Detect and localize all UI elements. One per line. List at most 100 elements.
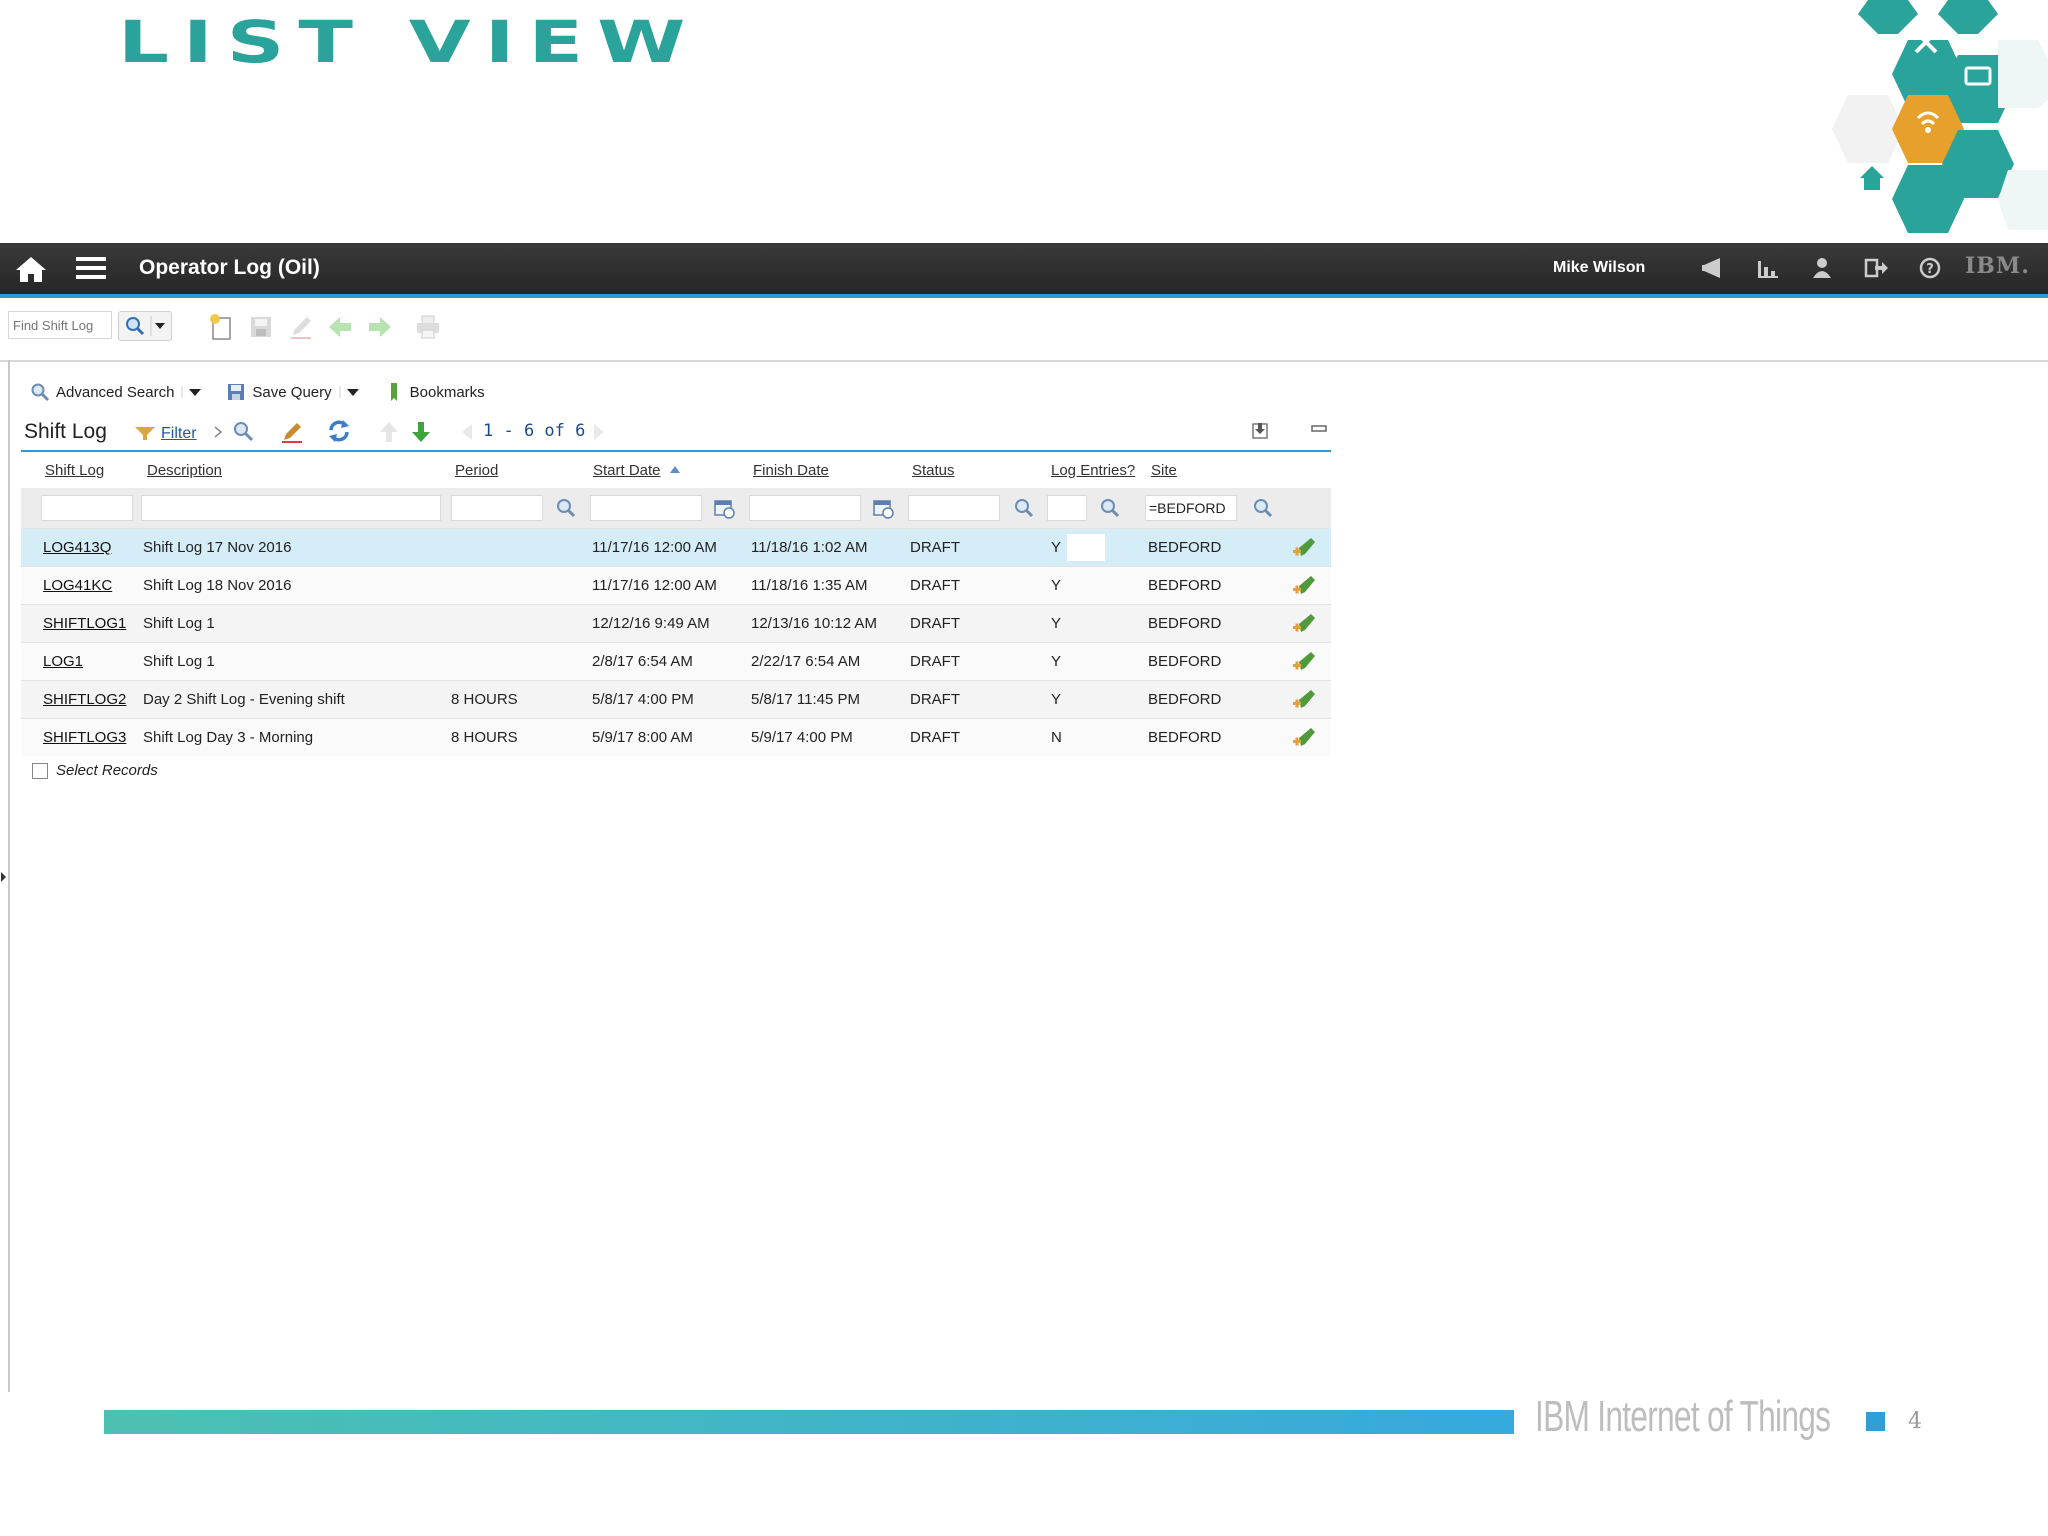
log-entries-box [1067, 534, 1105, 561]
save-query-button[interactable]: Save Query [226, 382, 363, 402]
slide-title: LIST VIEW [118, 8, 700, 76]
col-header-finish-date[interactable]: Finish Date [753, 452, 829, 488]
start-date-filter-input[interactable] [590, 495, 702, 521]
description-cell: Shift Log Day 3 - Morning [143, 729, 314, 746]
search-icon[interactable] [232, 420, 256, 444]
add-bookmark-icon[interactable] [1291, 688, 1319, 712]
edit-icon[interactable] [287, 313, 315, 341]
log-entries-filter-input[interactable] [1047, 495, 1087, 521]
add-bookmark-icon[interactable] [1291, 612, 1319, 636]
log-entries-lookup-icon[interactable] [1099, 497, 1121, 519]
chevron-right-icon[interactable] [212, 424, 224, 440]
col-header-log-entries[interactable]: Log Entries? [1051, 452, 1135, 488]
select-records[interactable]: Select Records [32, 762, 158, 779]
add-bookmark-icon[interactable] [1291, 574, 1319, 598]
chevron-down-icon[interactable] [338, 385, 364, 399]
period-lookup-icon[interactable] [555, 497, 577, 519]
print-icon[interactable] [414, 313, 442, 341]
site-cell: BEDFORD [1148, 539, 1222, 556]
bookmark-icon [390, 383, 397, 401]
next-icon[interactable] [366, 313, 394, 341]
download-icon[interactable] [1250, 420, 1272, 442]
chart-icon[interactable] [1754, 255, 1782, 281]
save-query-label: Save Query [252, 383, 332, 401]
col-header-shift-log[interactable]: Shift Log [45, 452, 104, 488]
arrow-up-icon[interactable] [378, 420, 400, 444]
table-row[interactable]: SHIFTLOG1 Shift Log 1 12/12/16 9:49 AM 1… [21, 604, 1331, 642]
sort-ascending-icon[interactable] [669, 464, 681, 476]
clear-filter-icon[interactable] [280, 420, 304, 444]
shift-log-link[interactable]: SHIFTLOG2 [43, 681, 126, 718]
col-header-period[interactable]: Period [455, 452, 498, 488]
description-cell: Day 2 Shift Log - Evening shift [143, 691, 345, 708]
finish-date-cell: 11/18/16 1:02 AM [751, 539, 868, 556]
period-cell: 8 HOURS [451, 691, 518, 708]
svg-text:?: ? [1926, 262, 1934, 277]
status-cell: DRAFT [910, 615, 960, 632]
shift-log-link[interactable]: LOG413Q [43, 529, 111, 566]
finish-date-calendar-icon[interactable] [872, 497, 894, 519]
period-filter-input[interactable] [451, 495, 543, 521]
chevron-down-icon[interactable] [180, 385, 206, 399]
user-name[interactable]: Mike Wilson [1553, 259, 1645, 277]
description-filter-input[interactable] [141, 495, 441, 521]
status-lookup-icon[interactable] [1013, 497, 1035, 519]
iot-hexagon-graphic [1832, 0, 2048, 233]
description-cell: Shift Log 1 [143, 615, 215, 632]
previous-page-icon[interactable] [460, 422, 478, 442]
col-header-description[interactable]: Description [147, 452, 222, 488]
signout-icon[interactable] [1862, 255, 1890, 281]
start-date-calendar-icon[interactable] [713, 497, 735, 519]
arrow-down-icon[interactable] [410, 420, 432, 444]
filter-icon[interactable] [134, 425, 156, 441]
col-header-start-date[interactable]: Start Date [593, 452, 661, 488]
shift-log-link[interactable]: SHIFTLOG1 [43, 605, 126, 642]
table-header-row: Shift Log Description Period Start Date … [21, 452, 1331, 488]
table-row[interactable]: LOG1 Shift Log 1 2/8/17 6:54 AM 2/22/17 … [21, 642, 1331, 680]
save-icon[interactable] [247, 313, 275, 341]
menu-icon[interactable] [76, 255, 106, 281]
table-row[interactable]: SHIFTLOG2 Day 2 Shift Log - Evening shif… [21, 680, 1331, 718]
next-page-icon[interactable] [588, 422, 606, 442]
toolbar [0, 298, 2048, 362]
profile-icon[interactable] [1808, 255, 1836, 281]
bookmarks-label: Bookmarks [409, 383, 485, 401]
col-header-site[interactable]: Site [1151, 452, 1177, 488]
refresh-icon[interactable] [326, 418, 352, 444]
table-row[interactable]: LOG413Q Shift Log 17 Nov 2016 11/17/16 1… [21, 528, 1331, 566]
find-search-button[interactable] [118, 311, 172, 341]
find-shift-log-input[interactable] [8, 311, 112, 339]
shift-log-link[interactable]: LOG1 [43, 643, 83, 680]
shift-log-filter-input[interactable] [41, 495, 133, 521]
description-cell: Shift Log 17 Nov 2016 [143, 539, 292, 556]
minimize-icon[interactable] [1310, 420, 1328, 438]
shift-log-link[interactable]: LOG41KC [43, 567, 112, 604]
add-bookmark-icon[interactable] [1291, 536, 1319, 560]
ibm-logo: IBM. [1965, 253, 2030, 279]
previous-icon[interactable] [326, 313, 354, 341]
new-record-icon[interactable] [207, 313, 235, 341]
help-icon[interactable]: ? [1916, 255, 1944, 281]
table-row[interactable]: SHIFTLOG3 Shift Log Day 3 - Morning 8 HO… [21, 718, 1331, 756]
start-date-cell: 5/8/17 4:00 PM [592, 691, 694, 708]
site-lookup-icon[interactable] [1252, 497, 1274, 519]
table-row[interactable]: LOG41KC Shift Log 18 Nov 2016 11/17/16 1… [21, 566, 1331, 604]
shift-log-link[interactable]: SHIFTLOG3 [43, 719, 126, 756]
add-bookmark-icon[interactable] [1291, 650, 1319, 674]
filter-link[interactable]: Filter [161, 425, 197, 443]
finish-date-filter-input[interactable] [749, 495, 861, 521]
col-header-status[interactable]: Status [912, 452, 955, 488]
megaphone-icon[interactable] [1700, 255, 1728, 281]
site-filter-input[interactable]: =BEDFORD [1145, 495, 1237, 521]
expand-panel-arrow-icon[interactable] [1, 872, 6, 882]
home-icon[interactable] [14, 255, 48, 283]
finish-date-cell: 5/9/17 4:00 PM [751, 729, 853, 746]
add-bookmark-icon[interactable] [1291, 726, 1319, 750]
app-navbar: Operator Log (Oil) Mike Wilson ? IBM. [0, 243, 2048, 298]
log-entries-cell: Y [1051, 653, 1062, 670]
bookmarks-button[interactable]: Bookmarks [384, 382, 485, 402]
status-filter-input[interactable] [908, 495, 1000, 521]
select-records-checkbox[interactable] [32, 762, 48, 779]
start-date-cell: 5/9/17 8:00 AM [592, 729, 693, 746]
advanced-search-button[interactable]: Advanced Search [30, 382, 206, 402]
